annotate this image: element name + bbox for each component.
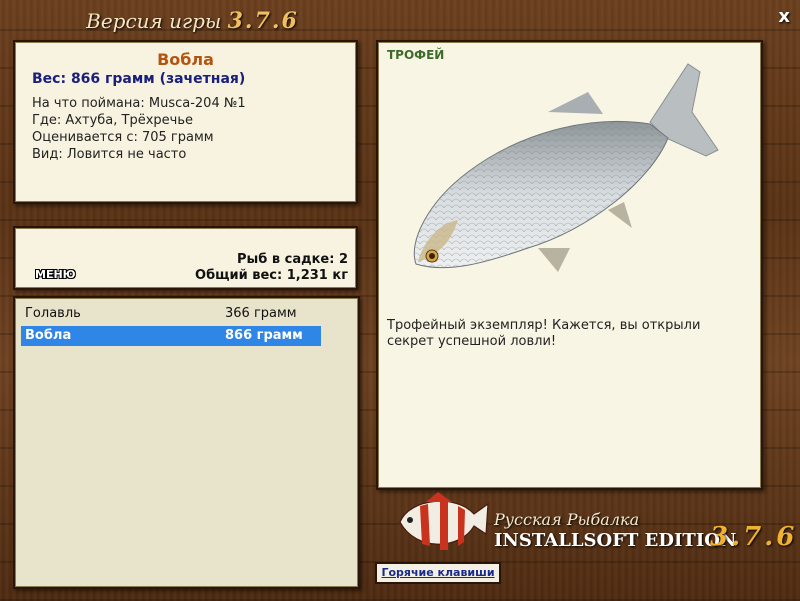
fish-location: Где: Ахтуба, Трёхречье — [32, 113, 194, 128]
keepnet-stats: Рыб в садке: 2 Общий вес: 1,231 кг — [195, 252, 348, 284]
hotkeys-button[interactable]: Горячие клавиши — [375, 562, 501, 584]
fish-name: Вобла — [157, 50, 214, 69]
list-item-name: Голавль — [25, 306, 81, 321]
window-title: Версия игры 3.7.6 — [0, 8, 385, 34]
game-logo: Русская Рыбалка INSTALLSOFT EDITION 3.7.… — [390, 492, 794, 562]
catch-list: Голавль 366 грамм Вобла 866 грамм — [13, 296, 360, 589]
list-item-weight: 866 грамм — [225, 328, 303, 343]
menu-button[interactable]: МЕНЮ — [35, 268, 76, 281]
logo-version: 3.7.6 — [710, 522, 798, 552]
title-prefix: Версия игры — [86, 9, 222, 33]
total-weight: Общий вес: 1,231 кг — [195, 268, 348, 283]
title-version: 3.7.6 — [227, 8, 299, 34]
fish-count: Рыб в садке: 2 — [236, 252, 348, 267]
fish-weight: Вес: 866 грамм (зачетная) — [32, 71, 246, 87]
list-item-name: Вобла — [25, 328, 72, 343]
fish-info-panel: Вобла Вес: 866 грамм (зачетная) На что п… — [13, 40, 358, 204]
close-button[interactable]: x — [778, 6, 790, 27]
fish-image — [413, 63, 719, 272]
keepnet-panel: МЕНЮ Рыб в садке: 2 Общий вес: 1,231 кг — [13, 226, 358, 290]
fish-description: Трофейный экземпляр! Кажется, вы открыли… — [387, 318, 701, 349]
list-item-selected[interactable]: Вобла 866 грамм — [21, 326, 321, 346]
trophy-badge: ТРОФЕЙ — [387, 48, 445, 62]
logo-title: Русская Рыбалка — [494, 510, 640, 529]
logo-edition: INSTALLSOFT EDITION — [494, 530, 737, 551]
fish-rated-from: Оценивается с: 705 грамм — [32, 130, 214, 145]
list-item[interactable]: Голавль 366 грамм — [21, 304, 321, 324]
list-item-weight: 366 грамм — [225, 306, 297, 321]
fish-kind: Вид: Ловится не часто — [32, 147, 187, 162]
fish-bait: На что поймана: Musca-204 №1 — [32, 96, 246, 111]
red-fish-logo-icon — [399, 492, 489, 550]
fish-detail-panel: ТРОФЕЙ Трофейный экземпляр! Кажется, вы … — [376, 40, 763, 490]
